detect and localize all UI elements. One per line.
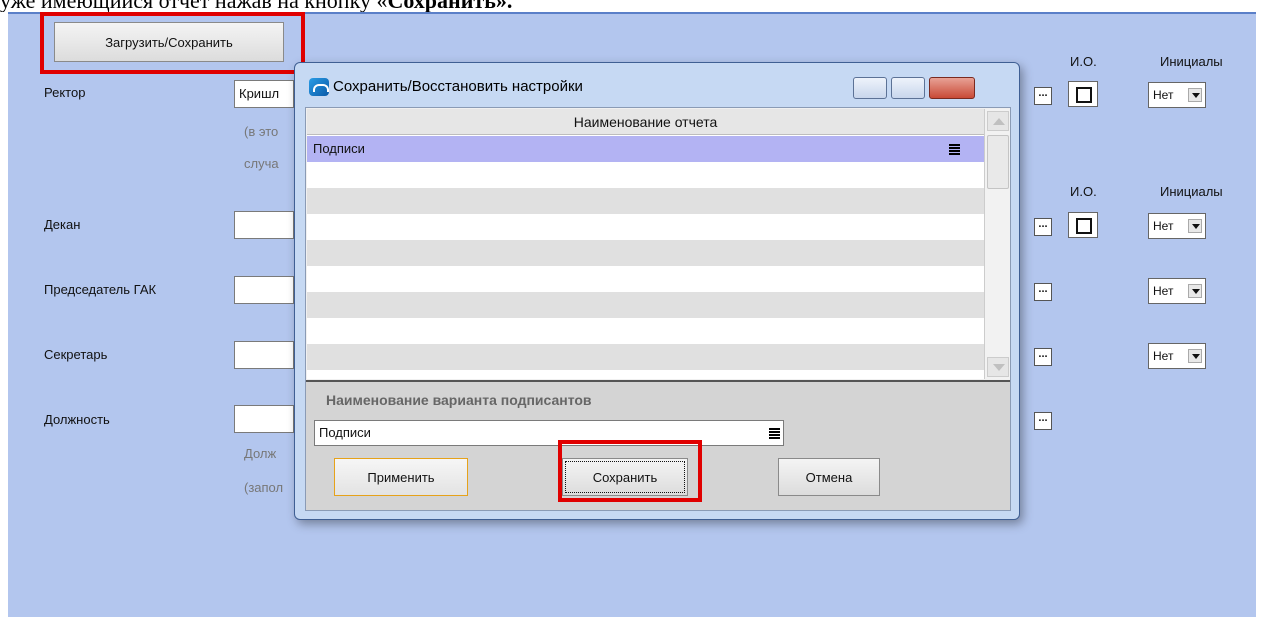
table-row[interactable] (307, 266, 984, 292)
scroll-thumb[interactable] (987, 135, 1009, 189)
variant-menu-icon[interactable] (769, 428, 780, 439)
rector-io-checkbox[interactable] (1068, 81, 1098, 107)
position-field[interactable] (234, 405, 294, 433)
table-row[interactable] (307, 188, 984, 214)
io-header-1: И.О. (1070, 54, 1097, 69)
label-rector: Ректор (44, 85, 86, 100)
dean-initials-value: Нет (1153, 219, 1174, 233)
gak-chair-lookup-button[interactable]: ... (1034, 283, 1052, 301)
grid-header-report-name: Наименование отчета (307, 109, 984, 135)
variant-name-value: Подписи (319, 425, 371, 440)
chevron-down-icon (1188, 349, 1202, 363)
apply-button[interactable]: Применить (334, 458, 468, 496)
caption-prefix: уже имеющийся отчет нажав на кнопку « (0, 0, 387, 12)
label-secretary: Секретарь (44, 347, 108, 362)
position-hint-1: Долж (244, 446, 277, 461)
grid-scrollbar[interactable] (984, 109, 1010, 379)
close-icon[interactable] (929, 77, 975, 99)
dean-field[interactable] (234, 211, 294, 239)
scroll-down-icon[interactable] (987, 357, 1009, 377)
rector-hint-1: (в это (244, 124, 279, 139)
dean-lookup-button[interactable]: ... (1034, 218, 1052, 236)
scroll-up-icon[interactable] (987, 111, 1009, 131)
secretary-field[interactable] (234, 341, 294, 369)
secretary-initials-select[interactable]: Нет (1148, 343, 1206, 369)
highlight-box-save (558, 440, 702, 502)
secretary-dots-icon: ... (1038, 348, 1048, 360)
rector-initials-select[interactable]: Нет (1148, 82, 1206, 108)
gak-chair-initials-value: Нет (1153, 284, 1174, 298)
cancel-button[interactable]: Отмена (778, 458, 880, 496)
reports-grid: Наименование отчета Подписи (307, 109, 984, 379)
chevron-down-icon (1188, 219, 1202, 233)
table-row[interactable] (307, 162, 984, 188)
dialog-title: Сохранить/Восстановить настройки (333, 78, 583, 95)
cancel-button-label: Отмена (805, 469, 853, 485)
rector-field[interactable]: Кришл (234, 80, 294, 108)
caption-suffix: ». (496, 0, 513, 12)
highlight-box-load-save (40, 12, 305, 74)
position-hint-2: (запол (244, 480, 284, 495)
rector-lookup-button[interactable]: ... (1034, 87, 1052, 105)
label-dean: Декан (44, 217, 81, 232)
io-header-2: И.О. (1070, 184, 1097, 199)
gak-chair-field[interactable] (234, 276, 294, 304)
row-menu-icon[interactable] (949, 144, 960, 155)
app-icon (309, 78, 329, 96)
label-gak-chair: Председатель ГАК (44, 282, 157, 297)
initials-header-2: Инициалы (1160, 184, 1223, 199)
table-row[interactable] (307, 344, 984, 370)
table-row[interactable] (307, 214, 984, 240)
apply-button-label: Применить (367, 469, 435, 485)
table-row[interactable] (307, 240, 984, 266)
secretary-lookup-button[interactable]: ... (1034, 348, 1052, 366)
dean-dots-icon: ... (1038, 218, 1048, 230)
rector-hint-2: случа (244, 156, 279, 171)
dean-io-checkbox[interactable] (1068, 212, 1098, 238)
position-lookup-button[interactable]: ... (1034, 412, 1052, 430)
document-caption: уже имеющийся отчет нажав на кнопку «Сох… (0, 0, 1264, 12)
rector-dots-icon: ... (1038, 87, 1048, 99)
chevron-down-icon (1188, 88, 1202, 102)
table-row[interactable] (307, 318, 984, 344)
secretary-initials-value: Нет (1153, 349, 1174, 363)
table-row[interactable]: Подписи (307, 136, 984, 162)
position-dots-icon: ... (1038, 412, 1048, 424)
dean-initials-select[interactable]: Нет (1148, 213, 1206, 239)
gak-chair-dots-icon: ... (1038, 283, 1048, 295)
chevron-down-icon (1188, 284, 1202, 298)
table-cell: Подписи (313, 141, 365, 156)
maximize-icon[interactable] (891, 77, 925, 99)
initials-header-1: Инициалы (1160, 54, 1223, 69)
minimize-icon[interactable] (853, 77, 887, 99)
variant-label: Наименование варианта подписантов (326, 392, 592, 408)
caption-bold: Сохранить (387, 0, 495, 12)
rector-initials-value: Нет (1153, 88, 1174, 102)
table-row[interactable] (307, 292, 984, 318)
label-position: Должность (44, 412, 110, 427)
variant-name-input[interactable]: Подписи (314, 420, 784, 446)
gak-chair-initials-select[interactable]: Нет (1148, 278, 1206, 304)
